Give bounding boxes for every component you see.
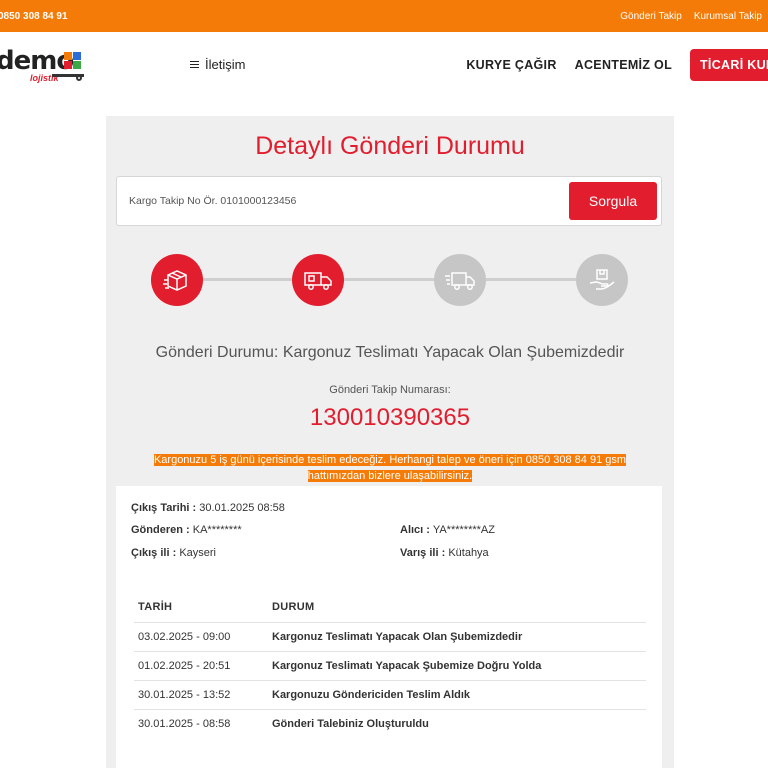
step-connector — [344, 278, 440, 281]
cikis-ili-label: Çıkış ili : — [131, 547, 177, 559]
column-header-durum: DURUM — [272, 600, 315, 613]
alici-label: Alıcı : — [400, 524, 430, 536]
cikis-ili-value: Kayseri — [179, 547, 216, 559]
shipment-details-card: Çıkış Tarihi : 30.01.2025 08:58 Gönderen… — [116, 486, 662, 768]
row-status: Kargonuzu Göndericiden Teslim Aldık — [268, 679, 646, 709]
shipment-status-text: Gönderi Durumu: Kargonuz Teslimatı Yapac… — [155, 344, 625, 361]
row-status: Kargonuz Teslimatı Yapacak Şubemize Doğr… — [268, 650, 646, 680]
menu-iletisim[interactable]: İletişim — [190, 57, 245, 72]
table-row: 30.01.2025 - 13:52 Kargonuzu Göndericide… — [134, 679, 646, 709]
table-row: 01.02.2025 - 20:51 Kargonuz Teslimatı Ya… — [134, 650, 646, 680]
gonderen-value: KA******** — [192, 524, 242, 536]
varis-ili-value: Kütahya — [448, 547, 489, 559]
row-status: Gönderi Talebiniz Oluşturuldu — [268, 708, 646, 738]
nav-link-kurye-cagir[interactable]: KURYE ÇAĞIR — [466, 58, 556, 72]
cikis-tarihi-value: 30.01.2025 08:58 — [199, 502, 285, 514]
menu-iletisim-label: İletişim — [205, 57, 246, 72]
logo[interactable]: demo lojistik — [0, 46, 92, 86]
top-links: Gönderi Takip Kurumsal Takip — [620, 11, 762, 22]
alici: Alıcı : YA********AZ — [400, 524, 495, 536]
top-link-gonderi-takip[interactable]: Gönderi Takip — [620, 11, 682, 22]
delivery-notice: Kargonuzu 5 iş günü içerisinde teslim ed… — [126, 452, 654, 484]
fast-truck-icon — [445, 272, 475, 290]
tracking-search-box: Sorgula — [116, 176, 662, 226]
nav-right: KURYE ÇAĞIR ACENTEMİZ OL TİCARİ KURYE — [466, 49, 768, 81]
logo-box-icon — [64, 52, 82, 70]
package-box-icon — [163, 270, 187, 291]
column-header-tarih: TARİH — [138, 600, 173, 613]
step-3 — [434, 254, 486, 306]
top-phone-number[interactable]: 0850 308 84 91 — [0, 11, 68, 22]
step-connector — [486, 278, 582, 281]
step-connector — [202, 278, 298, 281]
sorgula-button[interactable]: Sorgula — [569, 182, 657, 220]
nav-link-acentemiz-ol[interactable]: ACENTEMİZ OL — [575, 58, 672, 72]
row-date: 30.01.2025 - 08:58 — [134, 708, 268, 738]
logo-wheel-icon — [76, 75, 82, 81]
row-status: Kargonuz Teslimatı Yapacak Olan Şubemizd… — [268, 621, 646, 651]
varis-ili: Varış ili : Kütahya — [400, 547, 489, 559]
page-title: Detaylı Gönderi Durumu — [255, 132, 525, 160]
logo-word: demo — [0, 46, 74, 76]
top-link-kurumsal-takip[interactable]: Kurumsal Takip — [694, 11, 762, 22]
tracking-panel: Detaylı Gönderi Durumu Sorgula — [106, 116, 674, 768]
cikis-tarihi-label: Çıkış Tarihi : — [131, 502, 197, 514]
varis-ili-label: Varış ili : — [400, 547, 446, 559]
cikis-tarihi: Çıkış Tarihi : 30.01.2025 08:58 — [131, 502, 285, 514]
row-date: 01.02.2025 - 20:51 — [134, 650, 268, 680]
tracking-history-table: TARİH DURUM 03.02.2025 - 09:00 Kargonuz … — [134, 592, 646, 738]
tracking-number-label: Gönderi Takip Numarası: — [329, 384, 451, 396]
hamburger-icon — [190, 59, 199, 70]
row-date: 30.01.2025 - 13:52 — [134, 679, 268, 709]
table-row: 03.02.2025 - 09:00 Kargonuz Teslimatı Ya… — [134, 621, 646, 651]
main-navigation: demo lojistik İletişim KURYE ÇAĞIR ACENT… — [0, 32, 768, 100]
row-date: 03.02.2025 - 09:00 — [134, 621, 268, 651]
delivery-notice-text: Kargonuzu 5 iş günü içerisinde teslim ed… — [153, 454, 627, 482]
tracking-number-input[interactable] — [129, 187, 549, 215]
ticari-kurye-button[interactable]: TİCARİ KURYE — [690, 49, 768, 81]
gonderen: Gönderen : KA******** — [131, 524, 242, 536]
gonderen-label: Gönderen : — [131, 524, 190, 536]
hand-package-icon — [589, 269, 615, 290]
table-row: 30.01.2025 - 08:58 Gönderi Talebiniz Olu… — [134, 708, 646, 738]
table-header-row: TARİH DURUM — [134, 592, 646, 622]
alici-value: YA********AZ — [432, 524, 495, 536]
cikis-ili: Çıkış ili : Kayseri — [131, 547, 216, 559]
progress-steps — [106, 252, 674, 308]
top-bar: 0850 308 84 91 Gönderi Takip Kurumsal Ta… — [0, 0, 768, 32]
step-4 — [576, 254, 628, 306]
tracking-number: 130010390365 — [309, 404, 471, 431]
step-2 — [292, 254, 344, 306]
step-1 — [151, 254, 203, 306]
delivery-truck-icon — [304, 272, 332, 290]
